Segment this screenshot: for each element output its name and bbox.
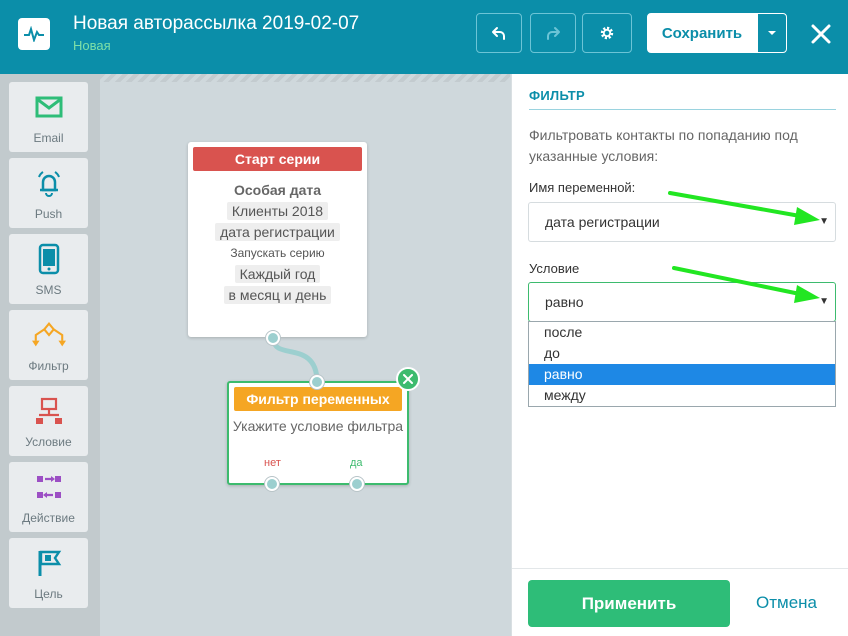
save-button[interactable]: Сохранить <box>647 13 757 53</box>
tool-label: Push <box>34 207 63 221</box>
caret-down-icon <box>768 31 776 35</box>
condition-option[interactable]: после <box>529 322 835 343</box>
start-node-list: Клиенты 2018 <box>226 202 329 220</box>
filter-node-header: Фильтр переменных <box>234 387 402 411</box>
close-icon <box>403 374 413 384</box>
filter-yes-label: да <box>350 457 363 469</box>
cancel-button[interactable]: Отмена <box>756 593 817 613</box>
campaign-status: Новая <box>73 38 111 53</box>
condition-option-selected[interactable]: равно <box>529 364 835 385</box>
condition-icon <box>32 394 66 428</box>
close-button[interactable] <box>803 16 839 52</box>
remove-node-button[interactable] <box>396 367 420 391</box>
variable-select[interactable]: дата регистрации ▼ <box>528 202 836 242</box>
start-node-type: Особая дата <box>233 182 322 198</box>
filter-no-output-port[interactable] <box>265 477 279 491</box>
tool-push[interactable]: Push <box>9 158 88 228</box>
caret-down-icon: ▼ <box>819 296 829 307</box>
flag-icon <box>32 546 66 580</box>
filter-node-input-port[interactable] <box>310 375 324 389</box>
save-options-button[interactable] <box>757 13 787 53</box>
condition-select-value: равно <box>545 294 584 310</box>
campaign-title[interactable]: Новая авторассылка 2019-02-07 <box>73 13 359 35</box>
bell-icon <box>32 166 66 200</box>
apply-button[interactable]: Применить <box>528 580 730 627</box>
tool-action[interactable]: Действие <box>9 462 88 532</box>
filter-tree-icon <box>31 318 66 352</box>
condition-select[interactable]: равно ▼ <box>528 282 836 322</box>
phone-icon <box>32 242 66 276</box>
settings-panel: ФИЛЬТР Фильтровать контакты по попаданию… <box>511 74 848 636</box>
condition-option[interactable]: до <box>529 343 835 364</box>
start-node-output-port[interactable] <box>266 331 280 345</box>
filter-node-text: Укажите условие фильтра <box>232 418 404 434</box>
tool-label: Фильтр <box>28 359 69 373</box>
close-icon <box>811 24 831 44</box>
top-bar: Новая авторассылка 2019-02-07 Новая Сохр… <box>0 0 848 74</box>
start-node-header: Старт серии <box>193 147 362 171</box>
condition-label: Условие <box>529 261 580 276</box>
start-node[interactable]: Старт серии Особая дата Клиенты 2018 дат… <box>188 142 367 337</box>
panel-footer-divider <box>512 568 848 569</box>
tool-label: Условие <box>25 435 72 449</box>
start-node-precision: в месяц и день <box>223 286 332 304</box>
envelope-icon <box>32 90 66 124</box>
tool-goal[interactable]: Цель <box>9 538 88 608</box>
node-toolbox: Email Push SMS Фильтр Условие Действие Ц… <box>0 74 100 636</box>
tool-filter[interactable]: Фильтр <box>9 310 88 380</box>
action-icon <box>32 470 66 504</box>
caret-down-icon: ▼ <box>819 216 829 227</box>
redo-icon <box>547 27 560 40</box>
redo-button[interactable] <box>530 13 576 53</box>
start-node-frequency: Каждый год <box>234 265 321 283</box>
start-node-field: дата регистрации <box>215 223 340 241</box>
workflow-canvas[interactable]: Старт серии Особая дата Клиенты 2018 дат… <box>100 74 510 636</box>
panel-title: ФИЛЬТР <box>529 88 586 103</box>
filter-no-label: нет <box>264 457 281 469</box>
undo-button[interactable] <box>476 13 522 53</box>
filter-node[interactable]: Фильтр переменных Укажите условие фильтр… <box>227 381 409 485</box>
tool-label: Email <box>33 131 64 145</box>
tool-condition[interactable]: Условие <box>9 386 88 456</box>
filter-yes-output-port[interactable] <box>350 477 364 491</box>
start-node-run-text: Запускать серию <box>230 246 325 260</box>
condition-option[interactable]: между <box>529 385 835 406</box>
tool-label: Действие <box>22 511 75 525</box>
settings-button[interactable] <box>582 13 632 53</box>
variable-label: Имя переменной: <box>529 180 636 195</box>
pulse-icon[interactable] <box>18 18 50 50</box>
tool-label: Цель <box>34 587 63 601</box>
tool-email[interactable]: Email <box>9 82 88 152</box>
gear-icon <box>600 26 614 40</box>
tool-label: SMS <box>35 283 62 297</box>
condition-dropdown: после до равно между <box>528 321 836 407</box>
panel-divider <box>529 109 836 110</box>
undo-icon <box>492 27 505 40</box>
variable-select-value: дата регистрации <box>545 214 660 230</box>
tool-sms[interactable]: SMS <box>9 234 88 304</box>
panel-description: Фильтровать контакты по попаданию под ук… <box>529 127 798 164</box>
